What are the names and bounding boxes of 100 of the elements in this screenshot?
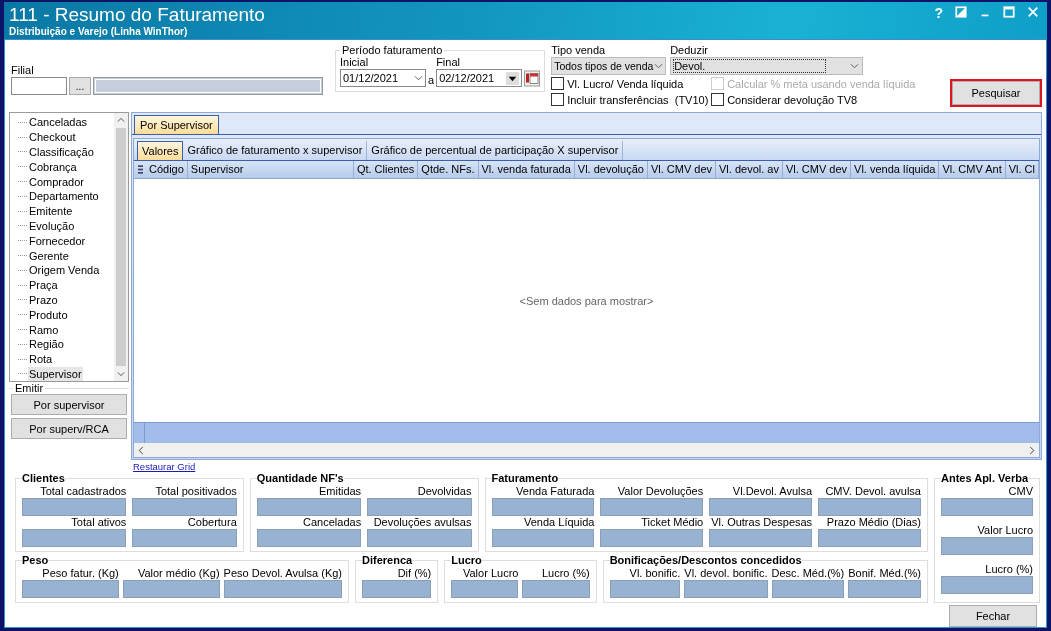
field-label: Venda Líquida bbox=[523, 516, 595, 529]
tree-item[interactable]: Canceladas bbox=[28, 115, 89, 130]
column-header[interactable]: Supervisor bbox=[187, 161, 354, 178]
deduct-dropdown[interactable]: Devol. bbox=[670, 57, 864, 75]
column-header[interactable]: Vl. venda faturada bbox=[478, 161, 575, 178]
tree-item[interactable]: Rota bbox=[28, 352, 54, 367]
emit-button[interactable]: Por supervisor bbox=[11, 394, 127, 415]
field-label: Desc. Méd.(%) bbox=[771, 567, 845, 580]
filial-label: Filial bbox=[11, 64, 35, 77]
group-title: Lucro bbox=[451, 554, 482, 567]
field-label: Devoluções avulsas bbox=[372, 516, 472, 529]
browse-button[interactable]: ... bbox=[69, 77, 91, 95]
column-header[interactable]: Qt. Clientes bbox=[353, 161, 419, 178]
tree-item[interactable]: Ramo bbox=[28, 322, 60, 337]
scroll-down-icon[interactable] bbox=[117, 371, 125, 377]
field-label: Bonif. Méd.(%) bbox=[848, 567, 921, 580]
close-button[interactable]: Fechar bbox=[949, 605, 1037, 627]
tree-item[interactable]: Região bbox=[28, 337, 65, 352]
checkbox[interactable] bbox=[551, 77, 565, 90]
scroll-left-icon[interactable] bbox=[138, 445, 144, 455]
checkbox[interactable] bbox=[711, 93, 725, 106]
search-button[interactable]: Pesquisar bbox=[952, 81, 1040, 105]
scroll-up-icon[interactable] bbox=[117, 117, 125, 123]
tab[interactable]: Gráfico de faturamento x supervisor bbox=[183, 141, 368, 160]
emit-button[interactable]: Por superv/RCA bbox=[11, 418, 127, 439]
field-label: Peso fatur. (Kg) bbox=[41, 567, 119, 580]
column-header[interactable]: Vl. venda líquida bbox=[851, 161, 940, 178]
tree-item[interactable]: Departamento bbox=[28, 189, 100, 204]
tree-item[interactable]: Prazo bbox=[28, 292, 59, 307]
end-label: Final bbox=[436, 56, 461, 69]
field-label: Peso Devol. Avulsa (Kg) bbox=[223, 567, 343, 580]
close-icon[interactable] bbox=[1027, 6, 1039, 18]
field-label: Valor médio (Kg) bbox=[136, 567, 220, 580]
horizontal-scrollbar[interactable] bbox=[134, 443, 1039, 457]
empty-message: <Sem dados para mostrar> bbox=[519, 294, 654, 307]
maximize-icon[interactable] bbox=[1003, 6, 1015, 18]
checkbox[interactable] bbox=[551, 93, 565, 106]
field-label: Dif (%) bbox=[396, 567, 432, 580]
sale-type-dropdown[interactable]: Todos tipos de venda bbox=[551, 57, 667, 75]
group-title: Faturamento bbox=[491, 472, 559, 485]
field-label: Valor Devoluções bbox=[616, 485, 704, 498]
chevron-down-icon bbox=[414, 75, 423, 81]
field-label: Emitidas bbox=[317, 485, 362, 498]
field-label: Valor Lucro bbox=[462, 567, 519, 580]
tree-item[interactable]: Emitente bbox=[28, 204, 74, 219]
column-chooser-icon[interactable] bbox=[138, 165, 143, 174]
field-label: Devolvidas bbox=[416, 485, 472, 498]
checkbox-label: Calcular % meta usando venda líquida bbox=[727, 77, 916, 90]
value-field bbox=[362, 580, 432, 598]
column-header[interactable]: Código bbox=[146, 161, 188, 178]
half-filled-square-icon[interactable] bbox=[955, 6, 967, 18]
group-title: Bonificações/Descontos concedidos bbox=[609, 554, 802, 567]
tree-item[interactable]: Produto bbox=[28, 307, 69, 322]
field-label: Total ativos bbox=[70, 516, 127, 529]
deduct-label: Deduzir bbox=[670, 44, 710, 57]
tree-item[interactable]: Comprador bbox=[28, 174, 86, 189]
tree-item[interactable]: Cobrança bbox=[28, 159, 78, 174]
tab[interactable]: Valores bbox=[137, 141, 184, 160]
tree-item[interactable]: Gerente bbox=[28, 248, 70, 263]
field-label: Cobertura bbox=[186, 516, 237, 529]
sale-type-label: Tipo venda bbox=[551, 44, 607, 57]
tab[interactable]: Por Supervisor bbox=[134, 115, 219, 134]
checkbox-label: Vl. Lucro/ Venda líquida bbox=[567, 77, 684, 90]
chevron-down-icon bbox=[654, 63, 664, 69]
group-title: Quantidade NF's bbox=[256, 472, 344, 485]
column-header[interactable]: Vl. Cl bbox=[1005, 161, 1039, 178]
field-label: Valor Lucro bbox=[976, 524, 1033, 537]
column-header[interactable]: Vl. CMV dev bbox=[782, 161, 852, 178]
tree-item[interactable]: Fornecedor bbox=[28, 233, 87, 248]
column-header[interactable]: Vl. CMV Ant bbox=[939, 161, 1006, 178]
column-header[interactable]: Vl. devolução bbox=[574, 161, 648, 178]
tab[interactable]: Gráfico de percentual de participação X supervisor bbox=[367, 141, 624, 160]
vertical-scrollbar[interactable] bbox=[114, 113, 128, 381]
range-separator: a bbox=[428, 73, 435, 87]
field-label: Vl. devol. bonific. bbox=[684, 567, 768, 580]
group-title: Antes Apl. Verba bbox=[941, 472, 1028, 485]
column-header[interactable]: Vl. CMV dev bbox=[647, 161, 716, 178]
tree-item[interactable]: Praça bbox=[28, 278, 59, 293]
field-label: Prazo Médio (Dias) bbox=[825, 516, 921, 529]
tree-item[interactable]: Evolução bbox=[28, 218, 76, 233]
tree-item[interactable]: Origem Venda bbox=[28, 263, 101, 278]
tree-item[interactable]: Supervisor bbox=[28, 366, 83, 381]
field-label: Total cadastrados bbox=[39, 485, 127, 498]
window-subtitle: Distribuição e Varejo (Linha WinThor) bbox=[9, 26, 189, 38]
start-label: Inicial bbox=[340, 56, 370, 69]
filial-code-field[interactable] bbox=[11, 77, 67, 95]
period-title: Período faturamento bbox=[341, 44, 444, 56]
end-date-field[interactable]: 02/12/2021 bbox=[436, 69, 523, 87]
scroll-right-icon[interactable] bbox=[1029, 445, 1035, 455]
value-field bbox=[522, 580, 590, 598]
window-title: 111 - Resumo do Faturamento bbox=[9, 4, 265, 26]
group-title: Peso bbox=[22, 554, 49, 567]
column-header[interactable]: Vl. devol. av bbox=[716, 161, 783, 178]
restore-grid-link[interactable]: Restaurar Grid bbox=[133, 461, 196, 472]
tree-item[interactable]: Checkout bbox=[28, 130, 77, 145]
start-date-field[interactable]: 01/12/2021 bbox=[340, 69, 426, 87]
field-label: CMV. Devol. avulsa bbox=[824, 485, 921, 498]
column-header[interactable]: Qtde. NFs. bbox=[418, 161, 479, 178]
tree-item[interactable]: Classificação bbox=[28, 145, 95, 159]
calendar-icon[interactable] bbox=[524, 69, 541, 87]
